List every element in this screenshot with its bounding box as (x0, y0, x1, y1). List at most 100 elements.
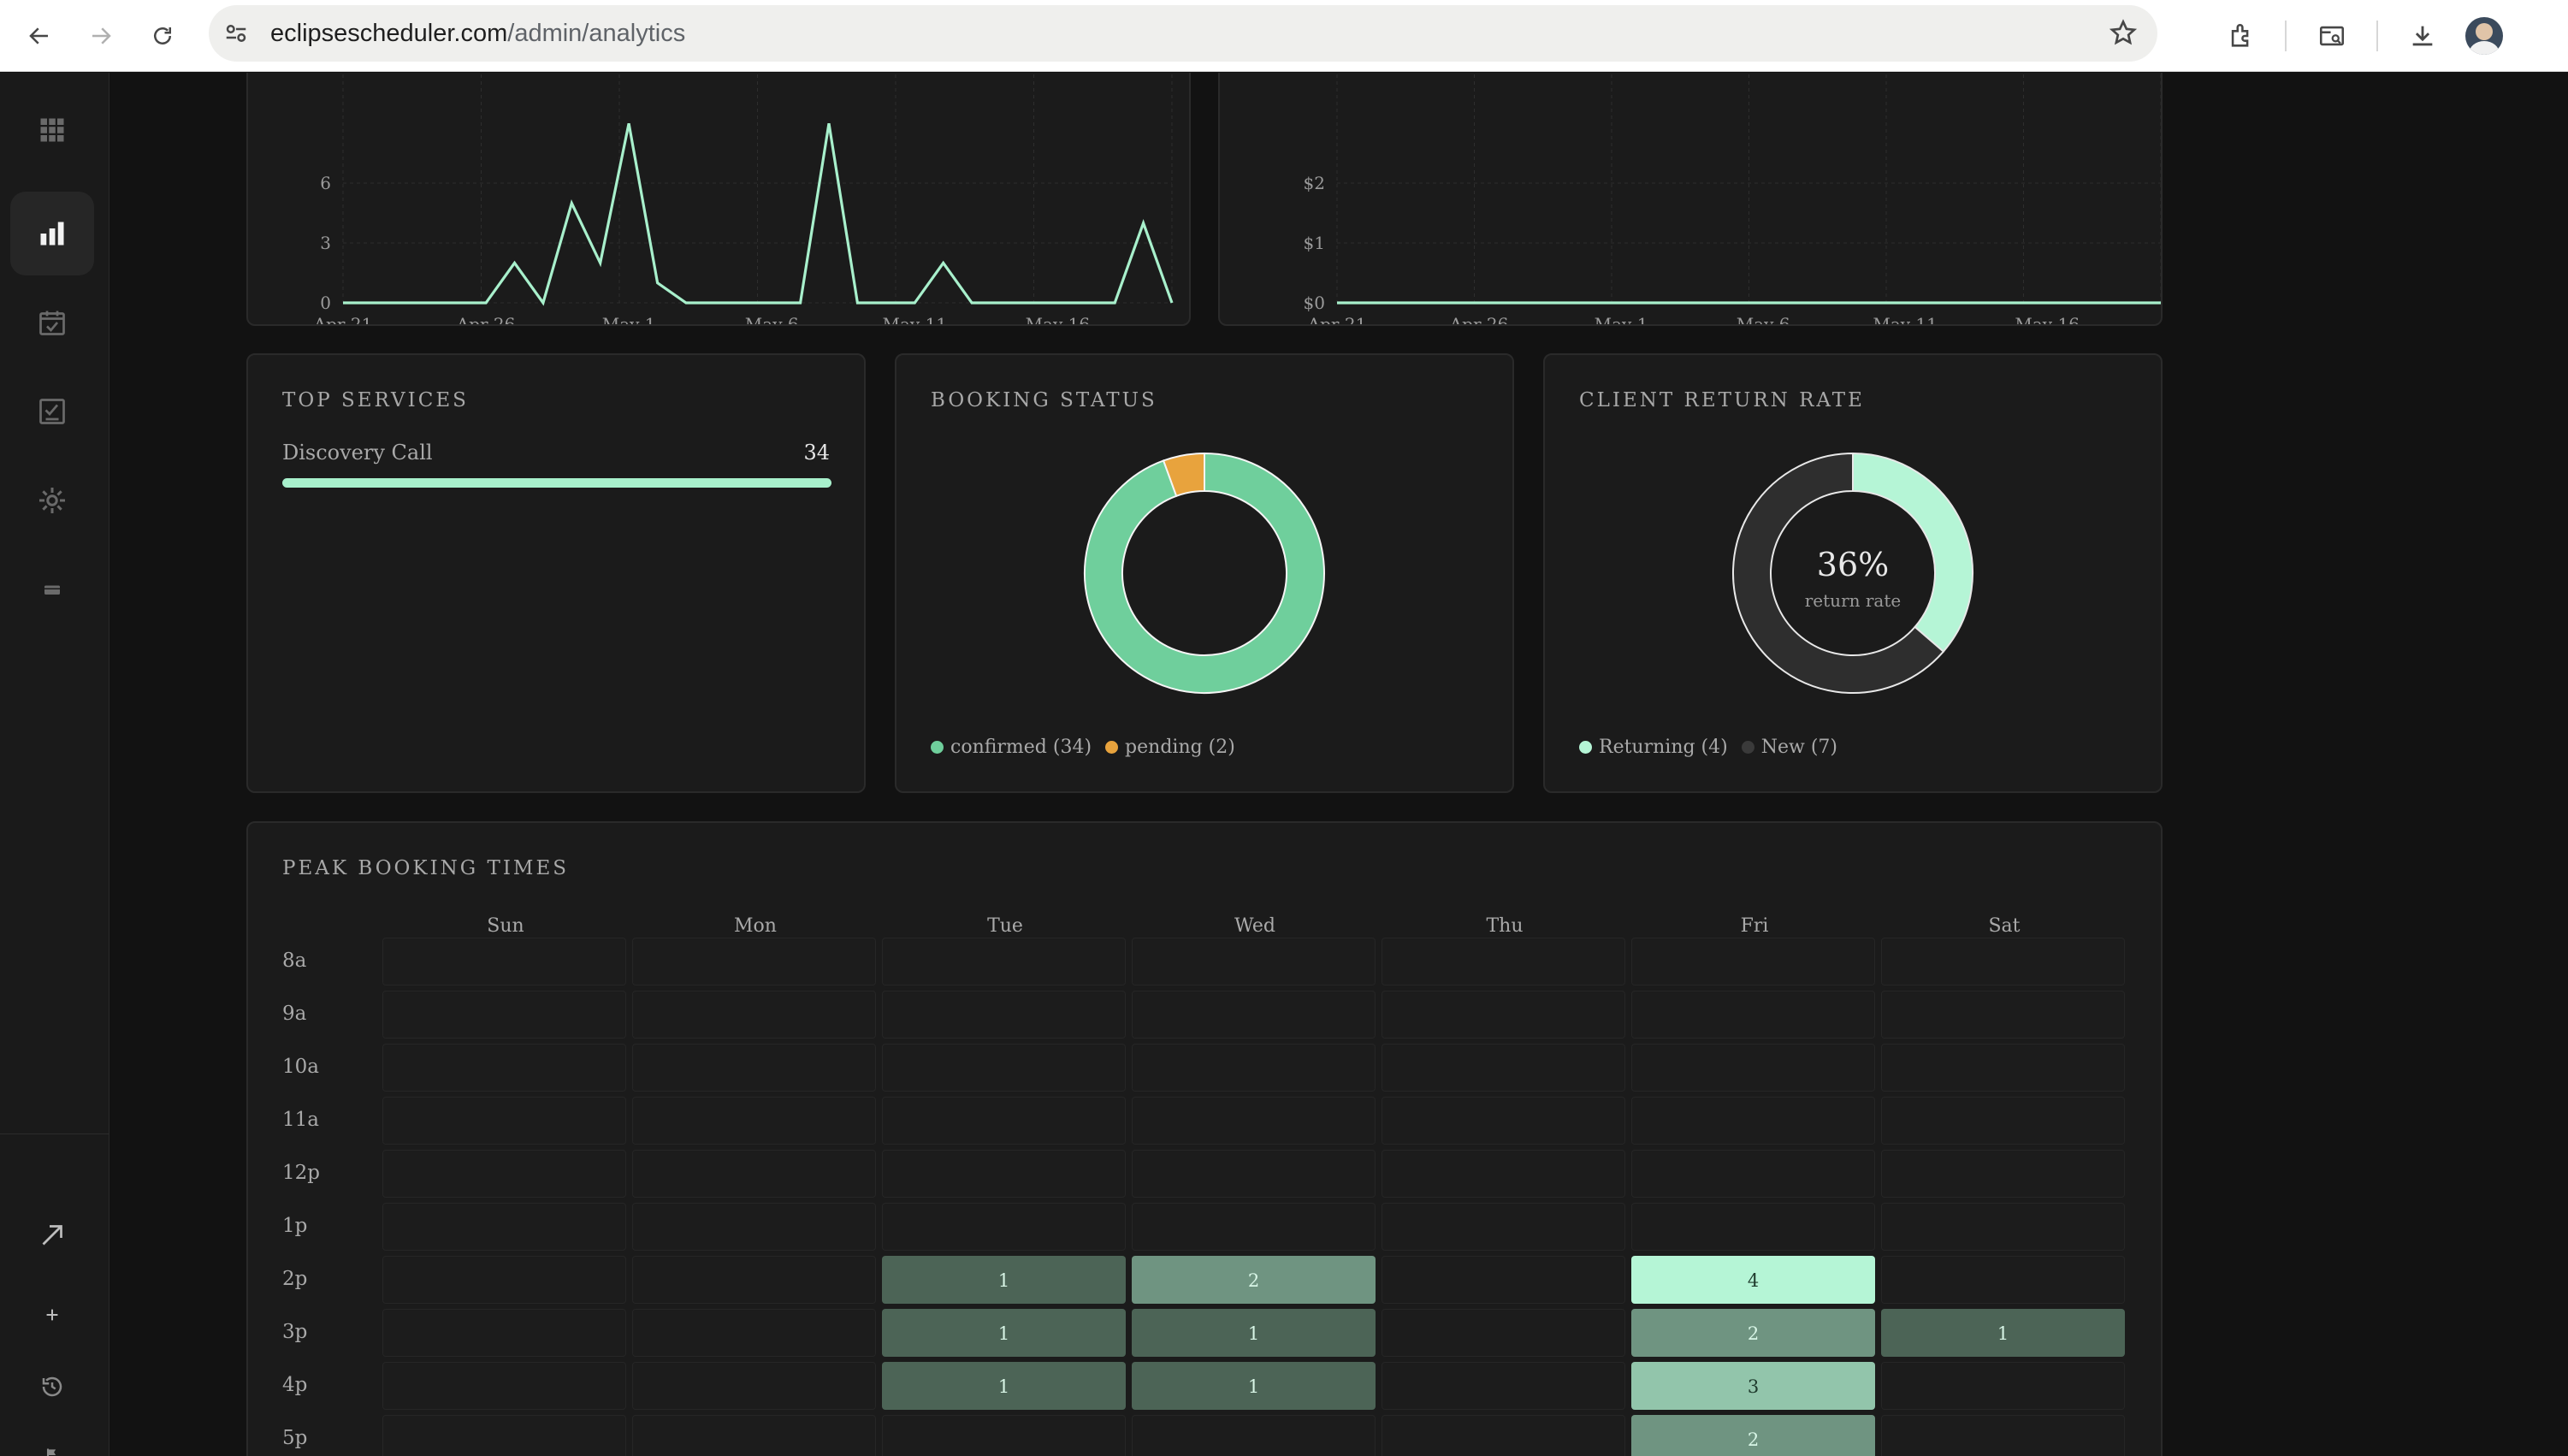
heatmap-cell[interactable] (1132, 1415, 1376, 1456)
heatmap-cell[interactable]: 2 (1631, 1309, 1875, 1357)
heatmap-cell[interactable] (1132, 1150, 1376, 1198)
sidebar-item-bookings[interactable] (10, 281, 94, 364)
heatmap-cell[interactable] (1631, 1044, 1875, 1092)
sidebar-item-report[interactable] (10, 1413, 94, 1456)
forward-button[interactable] (79, 14, 123, 58)
heatmap-cell[interactable] (1382, 1415, 1625, 1456)
service-bar-fill (282, 478, 831, 488)
heatmap-cell[interactable]: 1 (1132, 1362, 1376, 1410)
hour-label: 8a (282, 950, 307, 972)
heatmap-cell[interactable] (1382, 938, 1625, 985)
heatmap-cell[interactable]: 2 (1132, 1256, 1376, 1304)
sidebar-item-open-site[interactable] (10, 1193, 94, 1277)
heatmap-cell[interactable]: 3 (1631, 1362, 1875, 1410)
heatmap-cell[interactable] (382, 1044, 626, 1092)
tab-search-button[interactable] (2310, 14, 2354, 58)
heatmap-cell[interactable] (632, 1415, 876, 1456)
heatmap-cell[interactable] (1631, 1097, 1875, 1145)
heatmap-cell[interactable]: 1 (882, 1309, 1126, 1357)
heatmap-cell[interactable] (1382, 1362, 1625, 1410)
heatmap-cell[interactable] (382, 1309, 626, 1357)
heatmap-cell[interactable] (382, 991, 626, 1039)
heatmap-cell[interactable]: 1 (882, 1362, 1126, 1410)
x-tick-label: May 6 (745, 314, 799, 324)
sidebar-item-dashboard[interactable] (10, 88, 94, 172)
heatmap-cell[interactable] (1132, 938, 1376, 985)
client-return-legend: Returning (4) New (7) (1579, 737, 1837, 758)
heatmap-cell[interactable] (1132, 1203, 1376, 1251)
heatmap-cell[interactable] (1881, 991, 2125, 1039)
heatmap-cell[interactable] (1631, 991, 1875, 1039)
heatmap-cell[interactable] (632, 1256, 876, 1304)
heatmap-cell[interactable] (882, 1415, 1126, 1456)
heatmap-cell[interactable] (1881, 1044, 2125, 1092)
heatmap-cell[interactable]: 2 (1631, 1415, 1875, 1456)
url-path: /admin/analytics (507, 20, 686, 47)
heatmap-cell[interactable] (382, 1203, 626, 1251)
heatmap-cell[interactable] (1382, 1256, 1625, 1304)
heatmap-cell[interactable] (382, 1150, 626, 1198)
heatmap-cell[interactable] (382, 1415, 626, 1456)
heatmap-cell[interactable] (1881, 938, 2125, 985)
downloads-button[interactable] (2400, 14, 2445, 58)
heatmap-cell[interactable] (1382, 1150, 1625, 1198)
app-sidebar (0, 73, 109, 1456)
heatmap-cell[interactable] (1631, 938, 1875, 985)
heatmap-cell[interactable] (1132, 991, 1376, 1039)
heatmap-cell[interactable] (1382, 1309, 1625, 1357)
heatmap-cell[interactable]: 4 (1631, 1256, 1875, 1304)
main-content: 0 3 6 Apr 21 Apr 26 May 1 May 6 May 11 May 16 $0… (110, 73, 2568, 1456)
extensions-button[interactable] (2219, 14, 2263, 58)
heatmap-cell[interactable] (632, 991, 876, 1039)
heatmap-cell[interactable] (882, 1044, 1126, 1092)
heatmap-cell[interactable]: 1 (1132, 1309, 1376, 1357)
heatmap-cell[interactable] (882, 1150, 1126, 1198)
back-button[interactable] (17, 14, 62, 58)
heatmap-cell[interactable] (632, 938, 876, 985)
heatmap-cell[interactable] (1881, 1256, 2125, 1304)
heatmap-cell[interactable] (632, 1150, 876, 1198)
address-bar[interactable]: eclipsescheduler.com/admin/analytics (209, 5, 2157, 62)
heatmap-cell[interactable] (1132, 1097, 1376, 1145)
heatmap-cell[interactable] (382, 1362, 626, 1410)
sidebar-item-settings[interactable] (10, 459, 94, 542)
hour-label: 2p (282, 1268, 308, 1290)
heatmap-cell[interactable] (632, 1203, 876, 1251)
heatmap-cell[interactable] (882, 991, 1126, 1039)
reload-icon (154, 27, 171, 44)
heatmap-cell[interactable] (1631, 1203, 1875, 1251)
sidebar-item-tasks[interactable] (10, 370, 94, 453)
heatmap-cell[interactable] (1382, 1044, 1625, 1092)
heatmap-cell[interactable] (1382, 1097, 1625, 1145)
heatmap-cell[interactable] (882, 938, 1126, 985)
x-tick-label: Apr 21 (1307, 314, 1367, 324)
toolbar-separator (2285, 21, 2287, 51)
heatmap-cell[interactable] (882, 1097, 1126, 1145)
heatmap-cell[interactable] (632, 1044, 876, 1092)
heatmap-cell[interactable] (1132, 1044, 1376, 1092)
heatmap-cell[interactable] (882, 1203, 1126, 1251)
bookmark-star-icon[interactable] (2108, 18, 2139, 49)
profile-avatar[interactable] (2465, 17, 2503, 55)
heatmap-cell[interactable] (1881, 1203, 2125, 1251)
heatmap-cell[interactable] (1881, 1362, 2125, 1410)
heatmap-cell[interactable] (1382, 991, 1625, 1039)
site-info-icon[interactable] (221, 18, 251, 49)
heatmap-cell[interactable] (1881, 1150, 2125, 1198)
sidebar-item-analytics[interactable] (10, 192, 94, 275)
heatmap-cell[interactable] (632, 1097, 876, 1145)
heatmap-cell[interactable] (382, 1256, 626, 1304)
heatmap-cell[interactable]: 1 (882, 1256, 1126, 1304)
heatmap-cell[interactable] (1631, 1150, 1875, 1198)
day-header: Thu (1486, 915, 1524, 937)
heatmap-cell[interactable]: 1 (1881, 1309, 2125, 1357)
heatmap-cell[interactable] (1881, 1415, 2125, 1456)
heatmap-cell[interactable] (382, 1097, 626, 1145)
sidebar-item-billing[interactable] (10, 547, 94, 631)
heatmap-cell[interactable] (632, 1362, 876, 1410)
heatmap-cell[interactable] (1881, 1097, 2125, 1145)
reload-button[interactable] (140, 14, 185, 58)
heatmap-cell[interactable] (632, 1309, 876, 1357)
heatmap-cell[interactable] (382, 938, 626, 985)
heatmap-cell[interactable] (1382, 1203, 1625, 1251)
